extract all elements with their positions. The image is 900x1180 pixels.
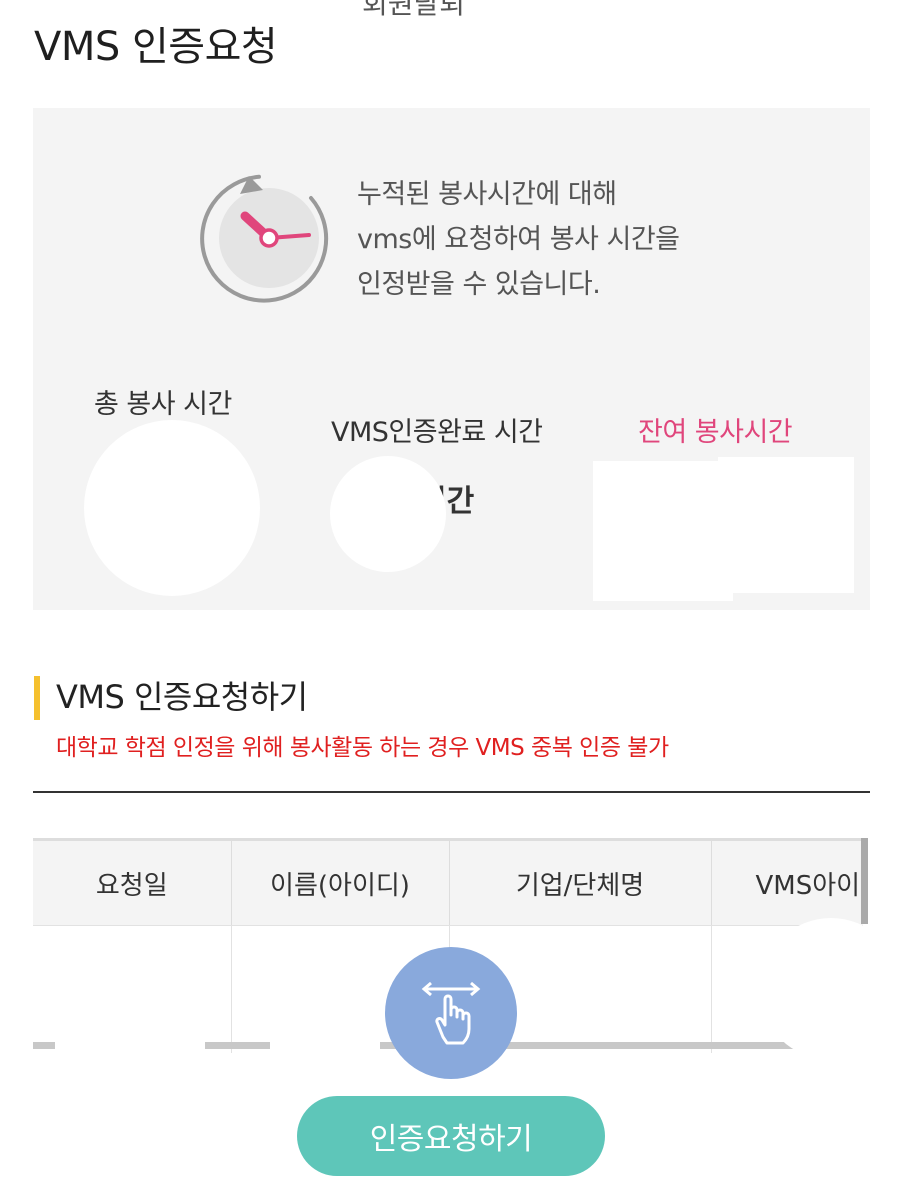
top-cut-link[interactable]: 회원탈퇴 xyxy=(362,0,465,22)
section-divider xyxy=(33,791,870,793)
swipe-hint xyxy=(385,947,517,1079)
total-hours-redacted xyxy=(84,420,260,596)
completed-hours-label: VMS인증완료 시간 xyxy=(331,417,543,448)
remaining-hours-label: 잔여 봉사시간 xyxy=(638,417,793,448)
remaining-hours-redacted-2 xyxy=(718,457,854,593)
request-auth-button[interactable]: 인증요청하기 xyxy=(297,1096,605,1176)
row-redacted-2 xyxy=(270,955,380,1067)
table-vertical-scrollbar[interactable] xyxy=(861,838,868,924)
section-title: VMS 인증요청하기 xyxy=(56,678,308,716)
col-organization: 기업/단체명 xyxy=(449,841,712,926)
info-line-1: 누적된 봉사시간에 대해 xyxy=(357,179,617,210)
total-hours-label: 총 봉사 시간 xyxy=(94,389,232,420)
col-vms-id: VMS아이디 xyxy=(711,841,863,926)
remaining-hours-redacted-1 xyxy=(593,461,733,601)
info-description: 누적된 봉사시간에 대해 vms에 요청하여 봉사 시간을 인정받을 수 있습니… xyxy=(357,172,680,307)
completed-hours-redacted xyxy=(330,456,446,572)
info-panel: 누적된 봉사시간에 대해 vms에 요청하여 봉사 시간을 인정받을 수 있습니… xyxy=(33,108,870,610)
duplicate-warning: 대학교 학점 인정을 위해 봉사활동 하는 경우 VMS 중복 인증 불가 xyxy=(56,735,669,761)
col-name-id: 이름(아이디) xyxy=(231,841,450,926)
swipe-hand-icon xyxy=(421,981,481,1045)
clock-icon xyxy=(200,174,329,303)
row-redacted-1 xyxy=(55,952,205,1102)
top-cut-text: 회원탈퇴 xyxy=(362,0,466,20)
page-title: VMS 인증요청 xyxy=(34,24,278,70)
table-header-row: 요청일 이름(아이디) 기업/단체명 VMS아이디 xyxy=(33,841,863,926)
info-line-2: vms에 요청하여 봉사 시간을 xyxy=(357,224,680,255)
section-accent-bar xyxy=(34,676,40,720)
row-redacted-3 xyxy=(760,918,900,1060)
col-request-date: 요청일 xyxy=(33,841,232,926)
info-line-3: 인정받을 수 있습니다. xyxy=(357,269,601,300)
